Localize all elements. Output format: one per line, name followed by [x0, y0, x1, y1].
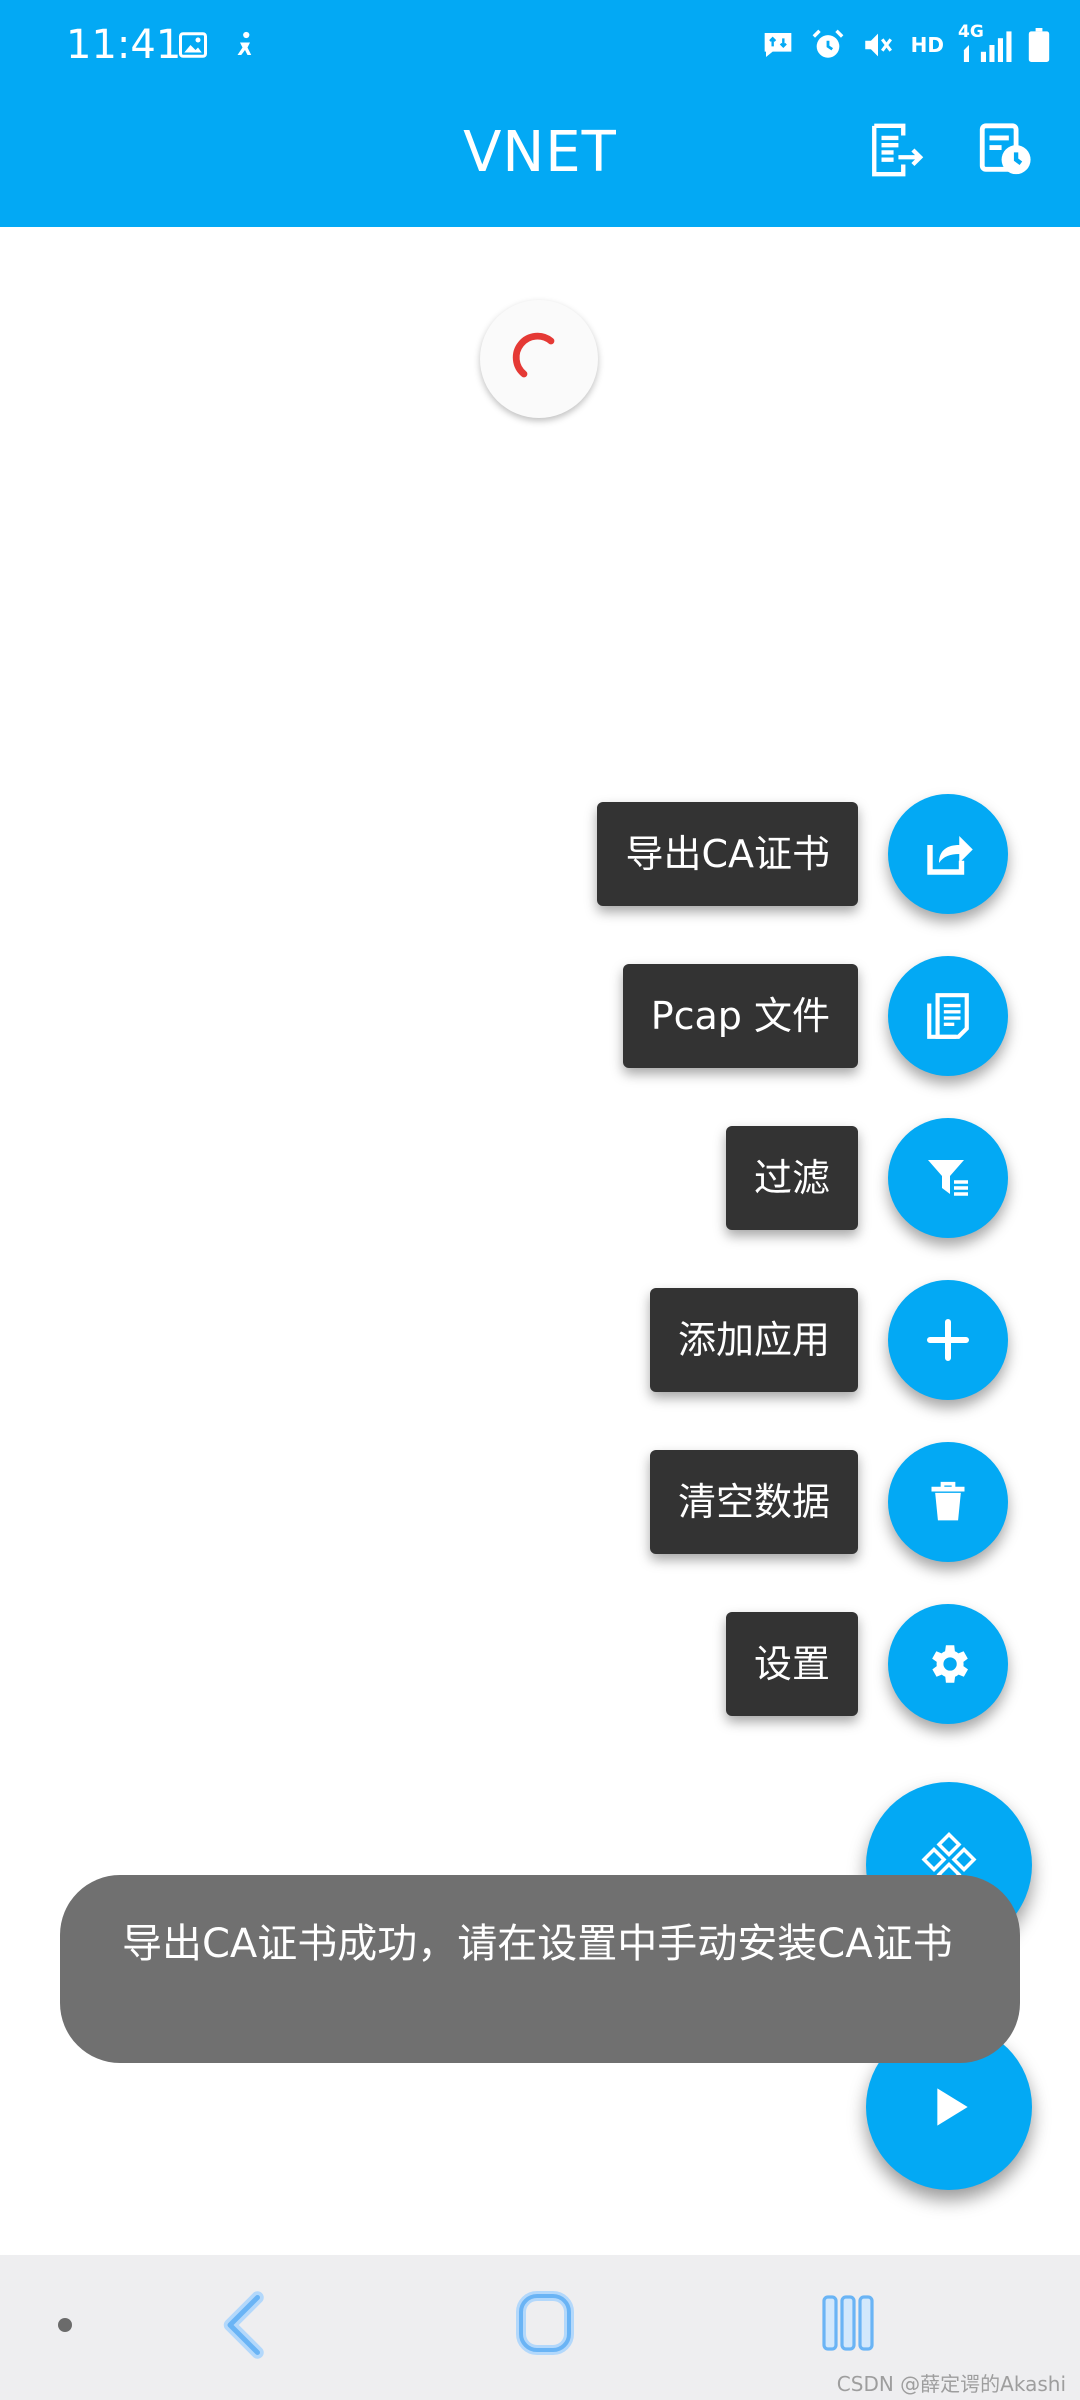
watermark: CSDN @薛定谔的Akashi [836, 2372, 1066, 2396]
recent-apps-button[interactable] [820, 2293, 876, 2357]
toolbar-actions [864, 118, 1036, 182]
signal-icon: 4G [958, 22, 1012, 62]
menu-item-filter[interactable]: 过滤 [725, 1118, 1008, 1238]
status-right-icons: HD 4G [761, 22, 1050, 62]
pcap-button[interactable] [888, 956, 1008, 1076]
filter-icon [928, 1160, 968, 1196]
home-icon [516, 2291, 574, 2355]
menu-label[interactable]: Pcap 文件 [622, 964, 858, 1068]
mute-icon [861, 28, 895, 62]
clear-data-button[interactable] [888, 1442, 1008, 1562]
share-icon [927, 836, 973, 875]
menu-label[interactable]: 导出CA证书 [597, 802, 858, 906]
gear-icon [932, 1645, 968, 1683]
hd-indicator: HD [910, 33, 944, 57]
back-icon [223, 2291, 264, 2359]
document-icon [927, 993, 969, 1039]
network-type: 4G [958, 22, 984, 42]
menu-item-pcap[interactable]: Pcap 文件 [622, 956, 1008, 1076]
accessibility-icon [230, 30, 260, 64]
battery-icon [1028, 28, 1050, 62]
export-ca-button[interactable] [888, 794, 1008, 914]
home-button[interactable] [515, 2290, 575, 2360]
message-notification-icon [761, 29, 795, 61]
recent-apps-icon [822, 2295, 874, 2351]
add-app-button[interactable] [888, 1280, 1008, 1400]
image-icon [178, 30, 208, 64]
back-button[interactable] [220, 2290, 270, 2364]
filter-button[interactable] [888, 1118, 1008, 1238]
history-button[interactable] [972, 118, 1036, 182]
export-list-button[interactable] [864, 118, 928, 182]
menu-item-add-app[interactable]: 添加应用 [649, 1280, 1008, 1400]
trash-icon [931, 1481, 965, 1521]
export-list-icon [872, 123, 924, 177]
toast-message: 导出CA证书成功，请在设置中手动安装CA证书 [60, 1875, 1020, 2063]
plus-icon [927, 1319, 969, 1361]
menu-label[interactable]: 过滤 [725, 1126, 858, 1230]
status-time: 11:41 [66, 22, 182, 68]
spinner-arc-icon [512, 332, 555, 378]
menu-item-clear-data[interactable]: 清空数据 [649, 1442, 1008, 1562]
app-header: 11:41 HD 4G VNET [0, 0, 1080, 227]
play-icon [937, 2088, 968, 2126]
loading-spinner [480, 300, 598, 418]
menu-label[interactable]: 设置 [725, 1612, 858, 1716]
history-icon [979, 123, 1031, 175]
menu-label[interactable]: 清空数据 [649, 1450, 858, 1554]
nav-dot-icon[interactable] [58, 2318, 72, 2332]
menu-item-settings[interactable]: 设置 [725, 1604, 1008, 1724]
status-left-icons [178, 30, 260, 64]
menu-label[interactable]: 添加应用 [649, 1288, 858, 1392]
alarm-icon [811, 28, 845, 62]
settings-button[interactable] [888, 1604, 1008, 1724]
menu-item-export-ca[interactable]: 导出CA证书 [597, 794, 1008, 914]
